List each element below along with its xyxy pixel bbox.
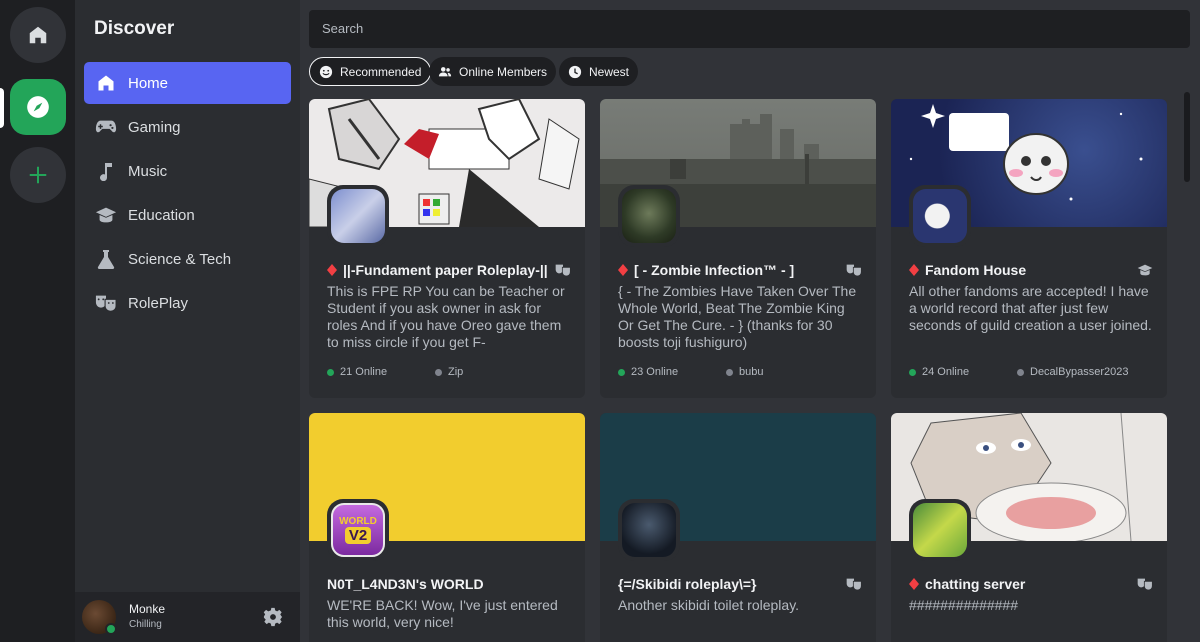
- theater-masks-icon: [846, 578, 862, 591]
- server-name: chatting server: [925, 576, 1026, 592]
- home-icon: [95, 72, 117, 94]
- clock-icon: [568, 65, 582, 78]
- filter-recommended[interactable]: Recommended: [309, 57, 432, 86]
- gem-icon: [909, 264, 919, 276]
- discover-button[interactable]: [10, 79, 66, 135]
- server-card[interactable]: WORLD V2 N0T_L4ND3N's WORLD WE'RE BACK! …: [309, 413, 585, 642]
- server-title-row: [ - Zombie Infection™ - ]: [618, 261, 862, 279]
- sidebar-item-music[interactable]: Music: [84, 150, 291, 192]
- people-icon: [438, 66, 452, 76]
- server-card[interactable]: [ - Zombie Infection™ - ] { - The Zombie…: [600, 99, 876, 398]
- server-icon-text: WORLD: [339, 516, 377, 527]
- server-name: ||-Fundament paper Roleplay-||: [343, 262, 548, 278]
- filter-newest[interactable]: Newest: [559, 57, 639, 86]
- server-icon: [909, 185, 971, 247]
- server-name: Fandom House: [925, 262, 1027, 278]
- add-server-button[interactable]: [10, 147, 66, 203]
- sidebar-item-label: Gaming: [128, 118, 181, 136]
- sidebar-item-label: RolePlay: [128, 294, 189, 312]
- server-name: {=/Skibidi roleplay\=}: [618, 576, 757, 592]
- sidebar-item-label: Science & Tech: [128, 250, 232, 268]
- home-server-button[interactable]: [10, 7, 66, 63]
- server-card[interactable]: {=/Skibidi roleplay\=} Another skibidi t…: [600, 413, 876, 642]
- user-panel: Monke Chilling: [75, 592, 300, 642]
- online-count: 23 Online: [618, 366, 678, 378]
- server-icon: [618, 499, 680, 561]
- server-title-row: ||-Fundament paper Roleplay-||: [327, 261, 571, 279]
- filter-online-members[interactable]: Online Members: [429, 57, 557, 86]
- sidebar-title: Discover: [94, 18, 175, 39]
- server-name: [ - Zombie Infection™ - ]: [634, 262, 795, 278]
- theater-masks-icon: [1137, 578, 1153, 591]
- graduation-cap-icon: [1137, 264, 1153, 276]
- sidebar-item-home[interactable]: Home: [84, 62, 291, 104]
- home-icon: [29, 26, 47, 44]
- gem-icon: [327, 264, 337, 276]
- music-note-icon: [95, 160, 117, 182]
- compass-icon: [27, 96, 49, 118]
- server-description: All other fandoms are accepted! I have a…: [909, 283, 1152, 333]
- server-icon: [327, 185, 389, 247]
- server-icon: [909, 499, 971, 561]
- server-icon-text: V2: [344, 527, 372, 544]
- sidebar-item-label: Education: [128, 206, 195, 224]
- server-title-row: chatting server: [909, 575, 1153, 593]
- theater-masks-icon: [846, 264, 862, 277]
- server-title-row: {=/Skibidi roleplay\=}: [618, 575, 862, 593]
- server-description: This is FPE RP You can be Teacher or Stu…: [327, 283, 565, 350]
- server-icon: [618, 185, 680, 247]
- sidebar-item-gaming[interactable]: Gaming: [84, 106, 291, 148]
- discover-sidebar: Discover Home Gaming Music Education Sci…: [75, 0, 300, 642]
- username: Monke: [129, 602, 166, 616]
- gem-icon: [618, 264, 628, 276]
- discover-app: Discover Home Gaming Music Education Sci…: [0, 0, 1200, 642]
- server-description: { - The Zombies Have Taken Over The Whol…: [618, 283, 857, 350]
- server-icon: WORLD V2: [327, 499, 389, 561]
- sidebar-item-label: Home: [128, 74, 169, 92]
- owner-name: bubu: [726, 366, 763, 378]
- server-description: ##############: [909, 597, 1019, 613]
- filter-label: Newest: [589, 64, 630, 79]
- sidebar-item-science-tech[interactable]: Science & Tech: [84, 238, 291, 280]
- sidebar-item-label: Music: [128, 162, 168, 180]
- filter-label: Recommended: [340, 64, 422, 79]
- server-card[interactable]: ||-Fundament paper Roleplay-|| This is F…: [309, 99, 585, 398]
- owner-name: Zip: [435, 366, 463, 378]
- active-indicator: [0, 88, 4, 128]
- discover-main: Search Recommended Online Members Newest: [300, 0, 1200, 642]
- gear-icon[interactable]: [263, 607, 283, 627]
- gem-icon: [909, 578, 919, 590]
- owner-name: DecalBypasser2023: [1017, 366, 1128, 378]
- server-card[interactable]: chatting server ##############: [891, 413, 1167, 642]
- server-title-row: N0T_L4ND3N's WORLD: [327, 575, 571, 593]
- server-description: WE'RE BACK! Wow, I've just entered this …: [327, 597, 558, 630]
- server-title-row: Fandom House: [909, 261, 1153, 279]
- online-count: 21 Online: [327, 366, 387, 378]
- filter-label: Online Members: [459, 64, 548, 79]
- controller-icon: [95, 116, 117, 138]
- scrollbar[interactable]: [1184, 92, 1190, 182]
- server-card[interactable]: Fandom House All other fandoms are accep…: [891, 99, 1167, 398]
- theater-masks-icon: [555, 264, 571, 277]
- server-rail: [0, 0, 75, 642]
- smiley-icon: [319, 65, 333, 78]
- plus-icon: [29, 166, 47, 184]
- flask-icon: [95, 248, 117, 270]
- server-description: Another skibidi toilet roleplay.: [618, 597, 800, 613]
- custom-status: Chilling: [129, 619, 162, 630]
- graduation-cap-icon: [95, 204, 117, 226]
- search-input[interactable]: Search: [309, 10, 1190, 48]
- sidebar-item-education[interactable]: Education: [84, 194, 291, 236]
- server-name: N0T_L4ND3N's WORLD: [327, 576, 484, 592]
- online-count: 24 Online: [909, 366, 969, 378]
- theater-masks-icon: [95, 292, 117, 314]
- online-status-dot: [105, 623, 117, 635]
- sidebar-item-roleplay[interactable]: RolePlay: [84, 282, 291, 324]
